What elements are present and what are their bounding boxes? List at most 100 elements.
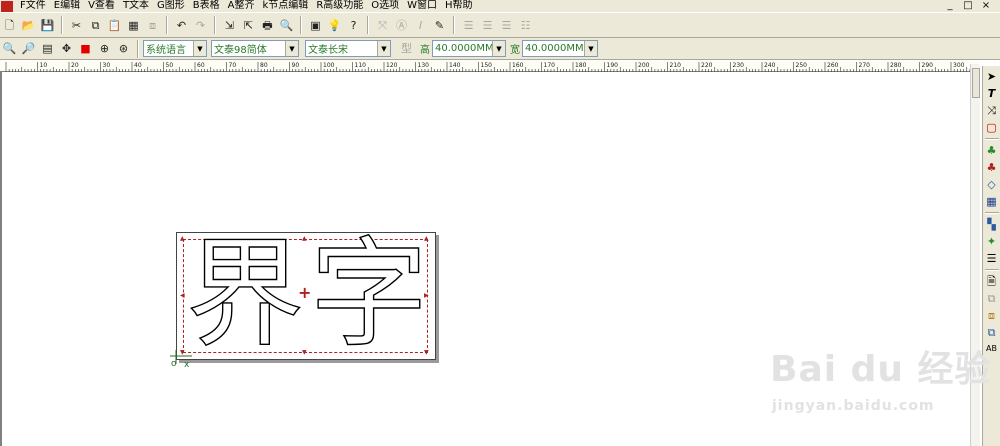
- zoom-in-icon[interactable]: 🔎: [19, 39, 38, 58]
- ruler-label: 160: [512, 62, 524, 69]
- redo-icon[interactable]: ↷: [191, 16, 210, 35]
- align-right-icon[interactable]: ☰: [497, 16, 516, 35]
- color-picker-icon[interactable]: ✦: [984, 233, 1000, 249]
- menu-table[interactable]: B表格: [189, 0, 224, 12]
- close-button[interactable]: ×: [980, 0, 992, 12]
- menu-advanced[interactable]: R高级功能: [312, 0, 367, 12]
- zoom-select-icon[interactable]: ⊕: [95, 39, 114, 58]
- width-input[interactable]: 40.0000MM ▼: [522, 40, 598, 57]
- menu-graphics[interactable]: G图形: [153, 0, 189, 12]
- paste-special-icon[interactable]: ▦: [124, 16, 143, 35]
- align-center-icon[interactable]: ☰: [478, 16, 497, 35]
- format-toolbar: 🔍 🔎 ▤ ✥ ■ ⊕ ⊛ 系统语言 ▼ 文泰98简体 ▼ 文泰长宋 ▼ 型 高…: [0, 38, 1000, 60]
- menu-edit[interactable]: E编辑: [50, 0, 84, 12]
- center-marker-icon[interactable]: +: [298, 285, 311, 301]
- fill-tool-icon[interactable]: ♣: [984, 142, 1000, 158]
- window-controls: _ □ ×: [944, 0, 1000, 12]
- chevron-down-icon[interactable]: ▼: [377, 41, 390, 56]
- export-icon[interactable]: ⇱: [239, 16, 258, 35]
- menu-node-edit[interactable]: k节点编辑: [259, 0, 313, 12]
- ruler-label: 20: [71, 62, 79, 69]
- open-folder-icon[interactable]: 📂: [19, 16, 38, 35]
- ruler-label: 170: [544, 62, 556, 69]
- ruler-label: 150: [481, 62, 493, 69]
- menu-file[interactable]: F文件: [16, 0, 50, 12]
- ruler-label: 290: [922, 62, 934, 69]
- selection-handle[interactable]: ◀: [180, 293, 185, 299]
- text-lines-icon[interactable]: ☰: [984, 250, 1000, 266]
- align-left-icon[interactable]: ☰: [459, 16, 478, 35]
- separator: [300, 16, 302, 34]
- separator: [137, 39, 139, 58]
- menu-options[interactable]: O选项: [367, 0, 403, 12]
- chevron-down-icon[interactable]: ▼: [492, 41, 505, 56]
- ruler-label: 220: [701, 62, 713, 69]
- print-icon[interactable]: 🖶: [258, 16, 277, 35]
- menu-view[interactable]: V查看: [84, 0, 119, 12]
- layer-tool-icon[interactable]: ⧉: [984, 290, 1000, 306]
- font-type-icon[interactable]: 型: [397, 39, 416, 58]
- color-grid-icon[interactable]: ▚: [984, 216, 1000, 232]
- font-name-select[interactable]: 文泰98简体 ▼: [211, 40, 299, 57]
- menu-window[interactable]: W窗口: [403, 0, 441, 12]
- language-select[interactable]: 系统语言 ▼: [143, 40, 207, 57]
- ruler-label: 270: [859, 62, 871, 69]
- tip-bulb-icon[interactable]: 💡: [325, 16, 344, 35]
- chevron-down-icon[interactable]: ▼: [584, 41, 597, 56]
- output-icon[interactable]: ▣: [306, 16, 325, 35]
- cut-icon[interactable]: ✂: [67, 16, 86, 35]
- watermark-url: jingyan.baidu.com: [772, 398, 935, 414]
- text-effect-icon[interactable]: ⤧: [373, 16, 392, 35]
- layer-order-icon[interactable]: ⧉: [984, 324, 1000, 340]
- ruler-scale: 10 20 30 40 50 60 70 80 90 100 110 120 130 140 150 160 1…: [5, 62, 974, 72]
- copy-icon[interactable]: ⧉: [86, 16, 105, 35]
- import-icon[interactable]: ⇲: [220, 16, 239, 35]
- chevron-down-icon[interactable]: ▼: [193, 41, 206, 56]
- clone-icon[interactable]: ⧈: [143, 16, 162, 35]
- select-arrow-icon[interactable]: ➤: [984, 68, 1000, 84]
- chevron-down-icon[interactable]: ▼: [285, 41, 298, 56]
- ruler-label: 190: [607, 62, 619, 69]
- ruler-label: 30: [103, 62, 111, 69]
- width-value: 40.0000MM: [525, 43, 584, 54]
- save-icon[interactable]: 💾: [38, 16, 57, 35]
- justify-icon[interactable]: ☷: [516, 16, 535, 35]
- rectangle-tool-icon[interactable]: ▢: [984, 119, 1000, 135]
- image-tool-icon[interactable]: ⧈: [984, 307, 1000, 323]
- ruler-label: 140: [449, 62, 461, 69]
- scrollbar-thumb[interactable]: [972, 68, 980, 98]
- app-logo-icon[interactable]: [1, 0, 13, 12]
- fill-pattern-icon[interactable]: ♣: [984, 159, 1000, 175]
- color-fill-icon[interactable]: ■: [76, 39, 95, 58]
- paste-icon[interactable]: 📋: [105, 16, 124, 35]
- pan-icon[interactable]: ✥: [57, 39, 76, 58]
- height-input[interactable]: 40.0000MM ▼: [432, 40, 506, 57]
- undo-icon[interactable]: ↶: [172, 16, 191, 35]
- font-name-value: 文泰98简体: [214, 45, 267, 56]
- shape-tool-icon[interactable]: ◇: [984, 176, 1000, 192]
- text-tool-icon[interactable]: T: [984, 85, 1000, 101]
- print-preview-icon[interactable]: 🔍: [277, 16, 296, 35]
- node-edit-icon[interactable]: ⤨: [984, 102, 1000, 118]
- page-tool-icon[interactable]: 🗎: [984, 273, 1000, 289]
- menu-help[interactable]: H帮助: [441, 0, 477, 12]
- help-icon[interactable]: ?: [344, 16, 363, 35]
- ruler-label: 210: [670, 62, 682, 69]
- menu-bar: F文件 E编辑 V查看 T文本 G图形 B表格 A整齐 k节点编辑 R高级功能 …: [0, 0, 1000, 12]
- zoom-out-icon[interactable]: 🔍: [0, 39, 19, 58]
- selection-handle[interactable]: ▲: [180, 236, 185, 242]
- restore-button[interactable]: □: [962, 0, 974, 12]
- minimize-button[interactable]: _: [944, 0, 956, 12]
- menu-align[interactable]: A整齐: [224, 0, 259, 12]
- font-style-select[interactable]: 文泰长宋 ▼: [305, 40, 391, 57]
- new-file-icon[interactable]: 🗋: [0, 16, 19, 35]
- edit-text-icon[interactable]: ✎: [430, 16, 449, 35]
- zoom-all-icon[interactable]: ⊛: [114, 39, 133, 58]
- table-tool-icon[interactable]: ▦: [984, 193, 1000, 209]
- zoom-page-icon[interactable]: ▤: [38, 39, 57, 58]
- italic-icon[interactable]: 𝐼: [411, 16, 430, 35]
- ruler-label: 10: [40, 62, 48, 69]
- menu-text[interactable]: T文本: [119, 0, 153, 12]
- text-frame-icon[interactable]: Ⓐ: [392, 16, 411, 35]
- separator: [61, 16, 63, 34]
